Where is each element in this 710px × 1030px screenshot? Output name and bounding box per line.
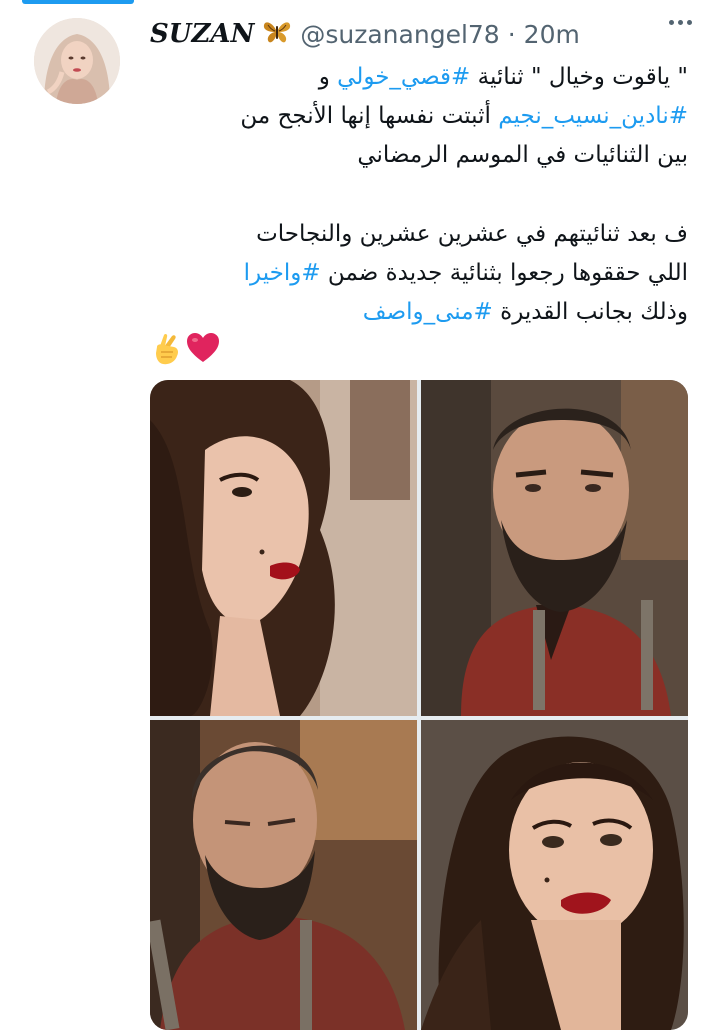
user-handle[interactable]: @suzanangel78 bbox=[300, 20, 499, 49]
butterfly-icon bbox=[262, 19, 292, 49]
timestamp[interactable]: 20m bbox=[524, 20, 580, 49]
text-segment: أثبتت نفسها إنها الأنجح من bbox=[240, 103, 499, 129]
text-segment: و bbox=[318, 64, 338, 90]
text-segment: " ياقوت وخيال " ثنائية bbox=[470, 64, 688, 90]
tweet-line: #نادين_نسيب_نجيم أثبتت نفسها إنها الأنجح… bbox=[128, 97, 688, 136]
media-photo-2[interactable] bbox=[421, 380, 688, 716]
media-photo-4[interactable] bbox=[421, 720, 688, 1030]
avatar[interactable] bbox=[34, 18, 120, 104]
heart-icon bbox=[186, 332, 220, 366]
media-photo-1[interactable] bbox=[150, 380, 417, 716]
text-segment: اللي حققوها رجعوا بثنائية جديدة ضمن bbox=[320, 260, 688, 286]
top-accent-bar bbox=[22, 0, 134, 4]
hashtag-link[interactable]: #قصي_خولي bbox=[337, 64, 470, 90]
separator-dot: · bbox=[507, 19, 516, 49]
emoji-row bbox=[152, 332, 220, 366]
fingers-crossed-icon bbox=[152, 332, 182, 366]
tweet-line: اللي حققوها رجعوا بثنائية جديدة ضمن #واخ… bbox=[128, 254, 688, 293]
media-photo-3[interactable] bbox=[150, 720, 417, 1030]
tweet-line: بين الثنائيات في الموسم الرمضاني bbox=[357, 142, 688, 168]
photo-woman-portrait bbox=[150, 380, 417, 716]
tweet-line: وذلك بجانب القديرة #منى_واصف bbox=[128, 293, 688, 332]
tweet-line: ف بعد ثنائيتهم في عشرين عشرين والنجاحات bbox=[256, 221, 688, 247]
more-options-icon[interactable] bbox=[669, 20, 692, 25]
hashtag-link[interactable]: #واخيرا bbox=[244, 260, 321, 286]
photo-woman-facing bbox=[421, 720, 688, 1030]
tweet-line: " ياقوت وخيال " ثنائية #قصي_خولي و bbox=[128, 58, 688, 97]
tweet-media-grid[interactable] bbox=[150, 380, 688, 1030]
hashtag-link[interactable]: #منى_واصف bbox=[363, 299, 493, 325]
photo-man-portrait bbox=[421, 380, 688, 716]
tweet-text: " ياقوت وخيال " ثنائية #قصي_خولي و #نادي… bbox=[128, 58, 688, 332]
display-name[interactable]: SUZAN bbox=[150, 19, 254, 49]
avatar-image bbox=[34, 18, 120, 104]
photo-man-looking-down bbox=[150, 720, 417, 1030]
text-segment: وذلك بجانب القديرة bbox=[492, 299, 688, 325]
tweet-header: SUZAN @suzanangel78 · 20m bbox=[150, 14, 580, 54]
hashtag-link[interactable]: #نادين_نسيب_نجيم bbox=[498, 103, 688, 129]
